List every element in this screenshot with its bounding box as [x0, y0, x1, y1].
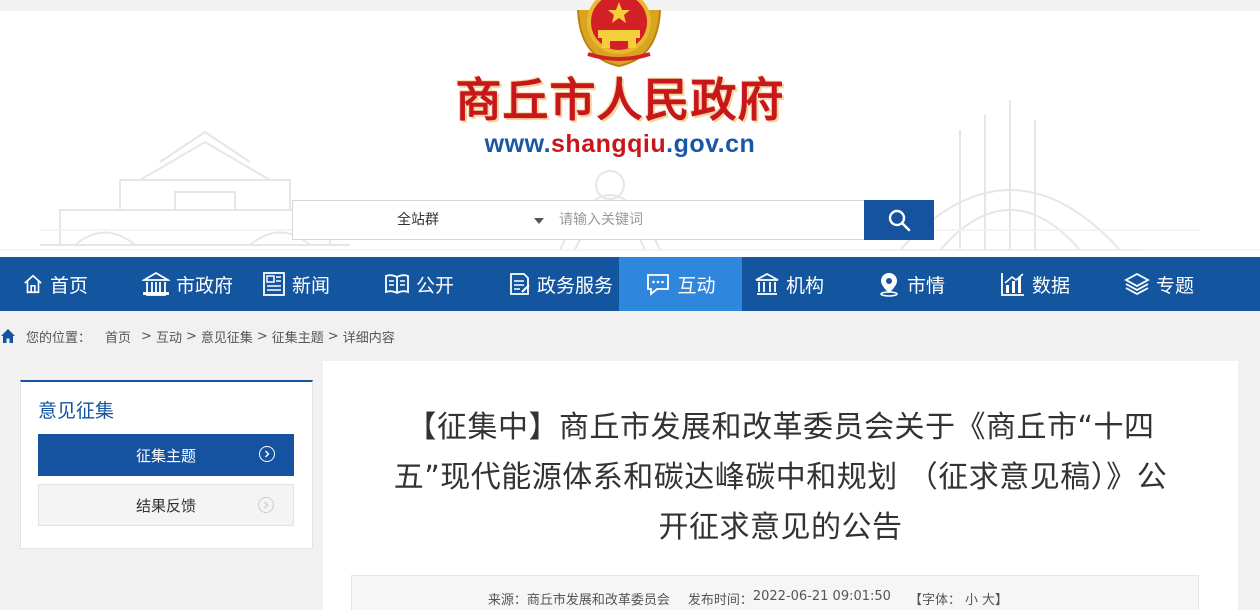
article-meta: 来源： 商丘市发展和改革委员会 发布时间： 2022-06-21 09:01:5… — [351, 575, 1199, 610]
sidebar-item-result-feedback[interactable]: 结果反馈 — [38, 484, 294, 526]
breadcrumb-label: 您的位置： — [26, 330, 92, 346]
institution-icon — [755, 272, 779, 295]
breadcrumb-item-collection-topics[interactable]: 征集主题 — [272, 327, 324, 346]
article-panel: 【征集中】商丘市发展和改革委员会关于《商丘市“十四五”现代能源体系和碳达峰碳中和… — [323, 361, 1238, 610]
source-label: 来源： — [487, 593, 527, 608]
font-size-close: 】 — [994, 593, 1008, 608]
nav-label: 公开 — [416, 274, 455, 297]
site-header: 商丘市人民政府 www.shangqiu.gov.cn 全站群 — [0, 0, 1260, 257]
chevron-right-icon — [259, 446, 275, 462]
chevron-right-icon — [258, 497, 274, 513]
government-building-icon — [142, 271, 170, 296]
search-icon — [888, 209, 911, 232]
service-document-icon — [510, 273, 530, 295]
site-title: 商丘市人民政府 — [455, 73, 785, 127]
publish-time-label: 发布时间： — [687, 593, 753, 608]
site-url-domain: shangqiu — [551, 130, 667, 158]
nav-item-home[interactable]: 首页 — [22, 257, 88, 311]
nav-item-data[interactable]: 数据 — [1000, 257, 1070, 311]
layers-icon — [1124, 272, 1150, 296]
location-pin-icon — [880, 273, 898, 297]
nav-label: 互动 — [677, 274, 716, 297]
nav-item-institutions[interactable]: 机构 — [754, 257, 824, 311]
breadcrumb-item-home[interactable]: 首页 — [105, 327, 131, 346]
breadcrumb-separator: > — [141, 328, 152, 344]
chat-bubble-icon — [647, 274, 670, 296]
national-emblem-icon — [577, 0, 661, 68]
nav-label: 新闻 — [292, 274, 331, 297]
nav-item-news[interactable]: 新闻 — [262, 257, 330, 311]
search-bar: 全站群 — [292, 200, 934, 240]
search-scope-value: 全站群 — [397, 212, 439, 228]
font-size-label: 【字体： — [908, 593, 961, 608]
site-url[interactable]: www.shangqiu.gov.cn — [420, 128, 820, 160]
publish-time-value: 2022-06-21 09:01:50 — [752, 589, 891, 604]
search-scope-select[interactable]: 全站群 — [292, 200, 554, 240]
nav-label: 机构 — [786, 274, 825, 297]
sidebar-title: 意见征集 — [38, 400, 115, 422]
nav-item-interaction[interactable]: 互动 — [619, 257, 742, 311]
search-button[interactable] — [864, 200, 934, 240]
breadcrumb-item-current: 详细内容 — [342, 330, 395, 346]
sidebar-item-collection-topics[interactable]: 征集主题 — [38, 434, 294, 476]
font-large-button[interactable]: 大 — [982, 589, 995, 608]
sidebar-item-label: 征集主题 — [135, 446, 196, 465]
breadcrumb-separator: > — [185, 328, 197, 344]
sidebar: 意见征集 征集主题 结果反馈 — [20, 380, 313, 549]
open-book-icon — [385, 274, 409, 295]
font-small-button[interactable]: 小 — [965, 589, 978, 608]
home-icon — [1, 329, 15, 343]
bar-chart-icon — [1001, 273, 1024, 296]
nav-label: 专题 — [1156, 274, 1195, 297]
sidebar-item-label: 结果反馈 — [135, 496, 196, 515]
source-value: 商丘市发展和改革委员会 — [526, 593, 670, 608]
site-url-prefix: www. — [484, 130, 552, 158]
main-nav: 首页 市政府 新闻 公开 政务服务 互动 机构 市情 数据 专题 — [0, 257, 1260, 311]
site-url-suffix: .gov.cn — [666, 130, 756, 158]
home-icon — [24, 274, 42, 294]
breadcrumb-item-interaction[interactable]: 互动 — [156, 327, 182, 346]
breadcrumb-item-opinion-collection[interactable]: 意见征集 — [201, 327, 253, 346]
breadcrumb: 您的位置： 首页 > 互动 > 意见征集 > 征集主题 > 详细内容 — [0, 321, 395, 351]
nav-item-open[interactable]: 公开 — [384, 257, 454, 311]
nav-label: 数据 — [1032, 274, 1071, 297]
breadcrumb-separator: > — [256, 328, 268, 344]
nav-item-services[interactable]: 政务服务 — [507, 257, 613, 311]
nav-label: 市政府 — [176, 274, 234, 297]
nav-label: 首页 — [50, 274, 89, 297]
nav-item-topics[interactable]: 专题 — [1124, 257, 1194, 311]
breadcrumb-separator: > — [327, 328, 339, 344]
search-input[interactable] — [553, 200, 865, 240]
article-title: 【征集中】商丘市发展和改革委员会关于《商丘市“十四五”现代能源体系和碳达峰碳中和… — [393, 410, 1168, 545]
newspaper-icon — [263, 272, 285, 296]
nav-item-city-info[interactable]: 市情 — [877, 257, 945, 311]
nav-label: 政务服务 — [537, 274, 614, 297]
nav-item-government[interactable]: 市政府 — [142, 257, 233, 311]
nav-label: 市情 — [907, 274, 946, 297]
chevron-down-icon — [534, 218, 544, 224]
